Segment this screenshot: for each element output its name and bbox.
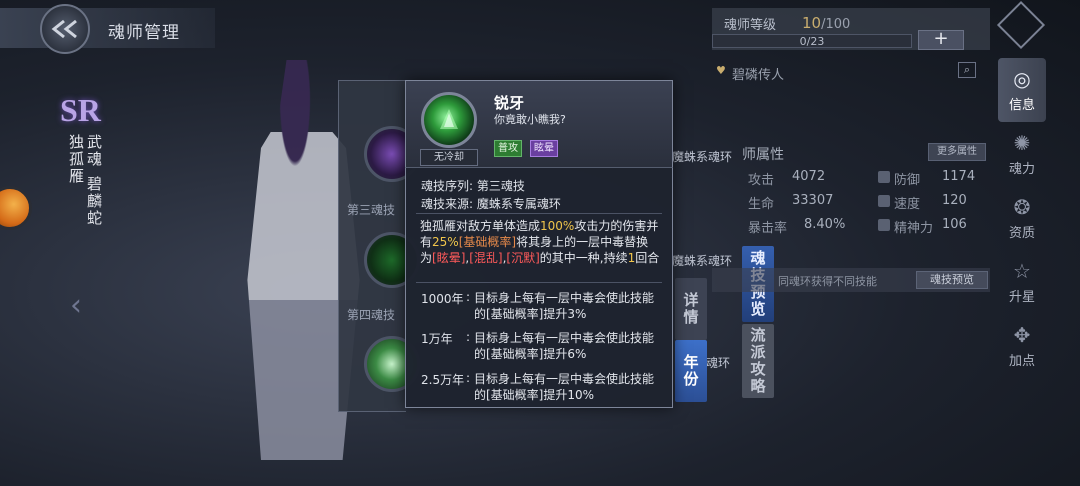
year-desc: 目标身上每有一层中毒会使此技能的[基础概率]提升10% [474, 372, 655, 402]
nav-label: 魂力 [1008, 161, 1035, 177]
nav-item-soul-power[interactable]: ✺ 魂力 [998, 122, 1046, 186]
stat-value: 8.40% [804, 217, 846, 232]
stat-label: 精神力 [894, 221, 934, 236]
year-desc: 目标身上每有一层中毒会使此技能的[基础概率]提升3% [474, 291, 655, 321]
desc-text: 的其中一种,持续 [539, 251, 628, 265]
stat-value: 4072 [792, 169, 826, 184]
star-icon: ☆ [1013, 258, 1031, 283]
aptitude-icon: ❂ [1013, 194, 1031, 219]
level-max: /100 [821, 17, 851, 32]
cooldown-tag: 无冷却 [420, 149, 478, 166]
year-label: 1万年 [421, 332, 453, 346]
skill-preview-button[interactable]: 魂技预览 [916, 271, 988, 289]
sequence-label: 魂技序列: [421, 179, 474, 193]
rarity-badge: SR [60, 92, 101, 128]
sequence-value: 第三魂技 [476, 179, 525, 193]
prev-arrow-icon[interactable]: ‹ [70, 288, 82, 323]
martial-soul-name: 碧麟蛇 [85, 176, 103, 227]
desc-text: 独孤雁对敌方单体造成 [420, 219, 541, 233]
level-current: 10 [802, 14, 822, 32]
add-points-icon: ✥ [1013, 322, 1031, 347]
skill-description: 独孤雁对敌方单体造成100%攻击力的伤害并有25%[基础概率]将其身上的一层中毒… [420, 218, 660, 266]
soul-power-icon: ✺ [1013, 130, 1031, 155]
nav-item-star-up[interactable]: ☆ 升星 [998, 250, 1046, 314]
skill-quote: 你竟敢小瞧我? [494, 113, 566, 126]
add-level-button[interactable]: + [918, 30, 964, 50]
year-desc: 目标身上每有一层中毒会使此技能的[基础概率]提升6% [474, 331, 655, 361]
ring-type-text: 魔蛛系魂环 [672, 150, 733, 164]
stat-label: 防御 [894, 173, 921, 188]
tab-school-strategy[interactable]: 流派攻略 [742, 324, 774, 398]
info-icon: ◎ [1013, 66, 1031, 91]
diamond-icon[interactable] [996, 0, 1046, 50]
sequence-line: 魂技序列: 第三魂技 [421, 177, 525, 194]
source-label: 魂技来源: [421, 197, 474, 211]
nav-label: 资质 [1008, 225, 1035, 241]
nav-label: 升星 [1008, 289, 1035, 305]
back-button[interactable] [40, 4, 90, 54]
spirit-icon [878, 219, 890, 231]
year-label: 2.5万年 [421, 373, 465, 387]
stat-label: 生命 [748, 197, 775, 212]
shield-icon [878, 171, 890, 183]
ring-hint-text: 同魂环获得不同技能 [778, 275, 877, 288]
nav-label: 加点 [1008, 353, 1035, 369]
divider [416, 213, 662, 214]
ring-type-text: 魂环 [706, 356, 731, 370]
section-label-third: 第三魂技 [347, 203, 396, 217]
desc-highlight: [混乱] [469, 251, 503, 265]
mascot-icon[interactable] [0, 186, 32, 230]
page-title: 魂师管理 [108, 23, 180, 43]
exp-text: 0/23 [799, 35, 825, 48]
level-value: 10/100 [802, 14, 850, 32]
stat-value: 33307 [792, 193, 834, 208]
stat-label: 攻击 [748, 173, 775, 188]
level-label: 魂师等级 [724, 18, 777, 33]
back-arrow-icon [51, 19, 77, 39]
side-nav: ◎ 信息 ✺ 魂力 ❂ 资质 ☆ 升星 ✥ 加点 [998, 58, 1046, 378]
stat-value: 106 [942, 217, 967, 232]
tag-normal-attack: 普攻 [494, 140, 522, 157]
fang-icon [440, 109, 458, 129]
speed-icon [878, 195, 890, 207]
more-stats-button[interactable]: 更多属性 [928, 143, 986, 161]
year-colon: : [466, 330, 471, 344]
tab-details[interactable]: 详情 [675, 278, 707, 340]
source-line: 魂技来源: 魔蛛系专属魂环 [421, 195, 561, 212]
year-label: 1000年 [421, 292, 464, 306]
desc-highlight: 25% [432, 235, 459, 249]
year-colon: : [466, 290, 471, 304]
desc-highlight: [基础概率] [458, 235, 517, 249]
stat-value: 1174 [942, 169, 976, 184]
heart-icon: ♥ [716, 64, 726, 77]
section-label-fourth: 第四魂技 [347, 308, 396, 322]
desc-highlight: [眩晕] [432, 251, 466, 265]
ring-type-text: 魔蛛系魂环 [672, 254, 733, 268]
nav-item-add-points[interactable]: ✥ 加点 [998, 314, 1046, 378]
nav-label: 信息 [1008, 97, 1035, 113]
divider [416, 282, 662, 283]
stat-label: 暴击率 [748, 221, 788, 236]
desc-highlight: 100% [540, 219, 575, 233]
nav-item-info[interactable]: ◎ 信息 [998, 58, 1046, 122]
skill-icon [421, 92, 477, 148]
year-colon: : [466, 371, 471, 385]
tag-stun: 眩晕 [530, 140, 558, 157]
desc-text: 回合 [635, 251, 660, 265]
stats-title: 师属性 [742, 147, 784, 163]
stat-value: 120 [942, 193, 967, 208]
tab-year[interactable]: 年份 [675, 340, 707, 402]
martial-soul-label: 武魂 [85, 134, 103, 168]
stat-label: 速度 [894, 197, 921, 212]
search-icon[interactable]: ⌕ [958, 62, 976, 78]
desc-highlight: [沉默] [506, 251, 540, 265]
ring-name: 碧磷传人 [732, 68, 785, 83]
source-value: 魔蛛系专属魂环 [476, 197, 561, 211]
nav-item-aptitude[interactable]: ❂ 资质 [998, 186, 1046, 250]
skill-name: 锐牙 [494, 94, 525, 112]
